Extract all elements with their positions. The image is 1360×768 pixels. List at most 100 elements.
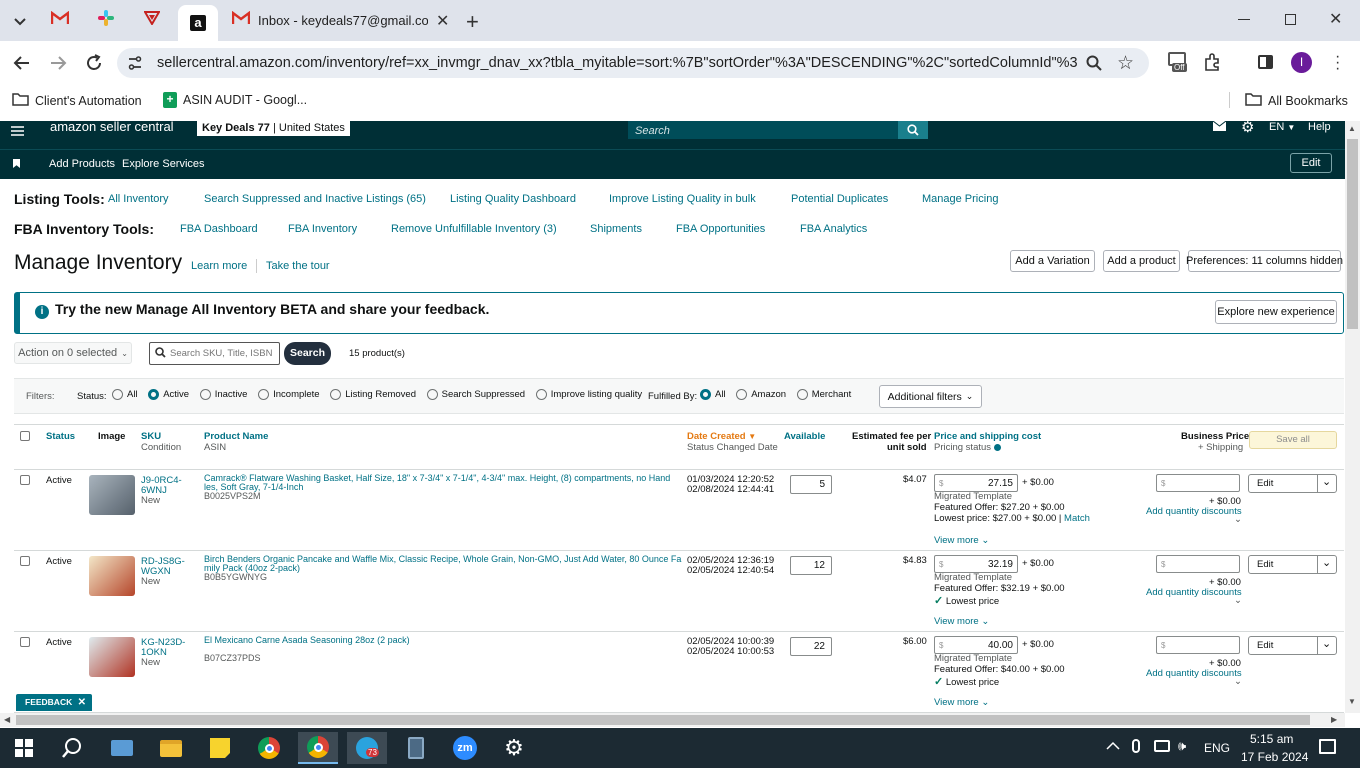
col-status[interactable]: Status <box>46 431 75 442</box>
bookmark-nav-icon[interactable] <box>13 159 20 168</box>
back-icon[interactable] <box>12 53 32 78</box>
discounts-chevron-icon[interactable]: ⌄ <box>1234 514 1242 525</box>
row-checkbox[interactable] <box>20 475 30 485</box>
network-icon[interactable] <box>1154 740 1170 752</box>
radio-listing-removed[interactable] <box>330 389 342 400</box>
close-icon[interactable]: ✕ <box>78 697 86 708</box>
language-selector[interactable]: EN ▼ <box>1269 121 1295 133</box>
notifications-icon[interactable] <box>1319 739 1336 754</box>
taskbar-folder-icon[interactable] <box>151 732 191 764</box>
chevron-down-icon[interactable]: ⌄ <box>1322 556 1331 569</box>
link-remove-unfulfillable[interactable]: Remove Unfulfillable Inventory (3) <box>391 223 557 235</box>
scroll-down-icon[interactable]: ▼ <box>1348 697 1356 706</box>
col-condition[interactable]: Condition <box>141 442 181 453</box>
chevron-down-icon[interactable]: ⌄ <box>1322 637 1331 650</box>
discounts-chevron-icon[interactable]: ⌄ <box>1234 595 1242 606</box>
taskbar-zoom-icon[interactable]: zm <box>445 732 485 764</box>
product-image[interactable] <box>89 475 135 515</box>
taskbar-file-explorer-icon[interactable] <box>102 732 142 764</box>
explore-new-experience-button[interactable]: Explore new experience <box>1215 300 1337 324</box>
radio-improve-listing-quality[interactable] <box>535 389 547 400</box>
edit-button[interactable]: Edit ⌄ <box>1248 636 1337 655</box>
close-window-icon[interactable]: ✕ <box>1329 9 1342 29</box>
available-input[interactable]: 5 <box>790 475 832 494</box>
profile-avatar[interactable]: I <box>1291 52 1312 73</box>
link-all-inventory[interactable]: All Inventory <box>108 193 169 205</box>
taskbar-settings-icon[interactable]: ⚙ <box>494 732 534 764</box>
available-input[interactable]: 22 <box>790 637 832 656</box>
nav-add-products[interactable]: Add Products <box>49 158 115 170</box>
taskbar-search-icon[interactable] <box>52 732 92 764</box>
site-settings-icon[interactable] <box>127 55 143 76</box>
tab-ext[interactable] <box>136 6 168 35</box>
input-language[interactable]: ENG <box>1204 741 1230 755</box>
add-product-button[interactable]: Add a product <box>1103 250 1180 272</box>
url-text[interactable]: sellercentral.amazon.com/inventory/ref=x… <box>157 55 1077 71</box>
volume-icon[interactable]: 🕪 <box>1178 738 1186 754</box>
learn-more-link[interactable]: Learn more <box>191 260 247 272</box>
vertical-scrollbar[interactable]: ▲ ▼ <box>1345 121 1360 713</box>
link-shipments[interactable]: Shipments <box>590 223 642 235</box>
view-more-link[interactable]: View more ⌄ <box>934 535 989 546</box>
tab-inbox[interactable]: Inbox - keydeals77@gmail.com ✕ <box>228 6 458 35</box>
tab-amazon[interactable]: a <box>178 5 218 41</box>
available-input[interactable]: 12 <box>790 556 832 575</box>
scroll-right-icon[interactable]: ▶ <box>1331 715 1337 724</box>
nav-explore-services[interactable]: Explore Services <box>122 158 205 170</box>
new-tab-icon[interactable]: + <box>466 9 479 35</box>
row-checkbox[interactable] <box>20 556 30 566</box>
business-price-input[interactable]: $ <box>1156 555 1240 573</box>
header-search-input[interactable]: Search <box>628 121 900 139</box>
add-quantity-discounts-link[interactable]: Add quantity discounts <box>1146 668 1242 679</box>
link-manage-pricing[interactable]: Manage Pricing <box>922 193 998 205</box>
radio-incomplete[interactable] <box>258 389 270 400</box>
view-more-link[interactable]: View more ⌄ <box>934 697 989 708</box>
close-icon[interactable]: ✕ <box>436 11 449 31</box>
scrollbar-thumb[interactable] <box>16 715 1310 725</box>
minimize-icon[interactable] <box>1238 19 1250 20</box>
horizontal-scrollbar[interactable]: ◀ ▶ <box>0 713 1345 727</box>
tab-gmail[interactable] <box>44 6 76 35</box>
all-bookmarks[interactable]: All Bookmarks <box>1245 92 1348 109</box>
price-input[interactable]: $ 32.19 <box>934 555 1018 573</box>
store-selector[interactable]: Key Deals 77 | United States <box>197 121 350 136</box>
taskbar-sticky-notes-icon[interactable] <box>200 732 240 764</box>
header-edit-button[interactable]: Edit <box>1290 153 1332 173</box>
search-button[interactable]: Search <box>284 342 331 365</box>
col-asin[interactable]: ASIN <box>204 442 226 453</box>
clock-date[interactable]: 17 Feb 2024 <box>1241 750 1308 764</box>
edit-button[interactable]: Edit ⌄ <box>1248 474 1337 493</box>
header-search-button[interactable] <box>898 121 928 139</box>
col-date-created[interactable]: Date Created ▼ <box>687 431 756 442</box>
mail-icon[interactable] <box>1212 120 1227 134</box>
windows-start-icon[interactable] <box>4 732 44 764</box>
taskbar-telegram-icon[interactable]: 73 <box>347 732 387 764</box>
link-fba-analytics[interactable]: FBA Analytics <box>800 223 867 235</box>
radio-search-suppressed[interactable] <box>426 389 438 400</box>
taskbar-chrome-profile-icon[interactable] <box>298 732 338 764</box>
link-fba-opportunities[interactable]: FBA Opportunities <box>676 223 765 235</box>
preferences-button[interactable]: Preferences: 11 columns hidden <box>1186 250 1343 272</box>
taskbar-chrome-icon[interactable] <box>249 732 289 764</box>
price-input[interactable]: $ 40.00 <box>934 636 1018 654</box>
edit-button[interactable]: Edit ⌄ <box>1248 555 1337 574</box>
business-price-input[interactable]: $ <box>1156 474 1240 492</box>
row-checkbox[interactable] <box>20 637 30 647</box>
extensions-puzzle-icon[interactable] <box>1203 53 1221 76</box>
link-fba-inventory[interactable]: FBA Inventory <box>288 223 357 235</box>
tray-chevron-up-icon[interactable] <box>1106 738 1120 756</box>
extension-off-icon[interactable]: Off <box>1168 52 1190 76</box>
select-all-checkbox[interactable] <box>20 431 30 441</box>
col-price[interactable]: Price and shipping cost <box>934 431 1041 442</box>
scroll-up-icon[interactable]: ▲ <box>1348 124 1356 133</box>
radio-inactive[interactable] <box>199 389 211 400</box>
save-all-button[interactable]: Save all <box>1249 431 1337 449</box>
col-sku[interactable]: SKU <box>141 431 161 442</box>
sku-search-input[interactable]: Search SKU, Title, ISBN <box>149 342 280 365</box>
radio-fulfilled-merchant[interactable] <box>796 389 808 400</box>
help-link[interactable]: Help <box>1308 121 1331 133</box>
product-image[interactable] <box>89 556 135 596</box>
link-improve-listing-quality[interactable]: Improve Listing Quality in bulk <box>609 193 756 205</box>
bookmark-asin-audit[interactable]: + ASIN AUDIT - Googl... <box>163 92 307 108</box>
clock-time[interactable]: 5:15 am <box>1250 732 1293 746</box>
